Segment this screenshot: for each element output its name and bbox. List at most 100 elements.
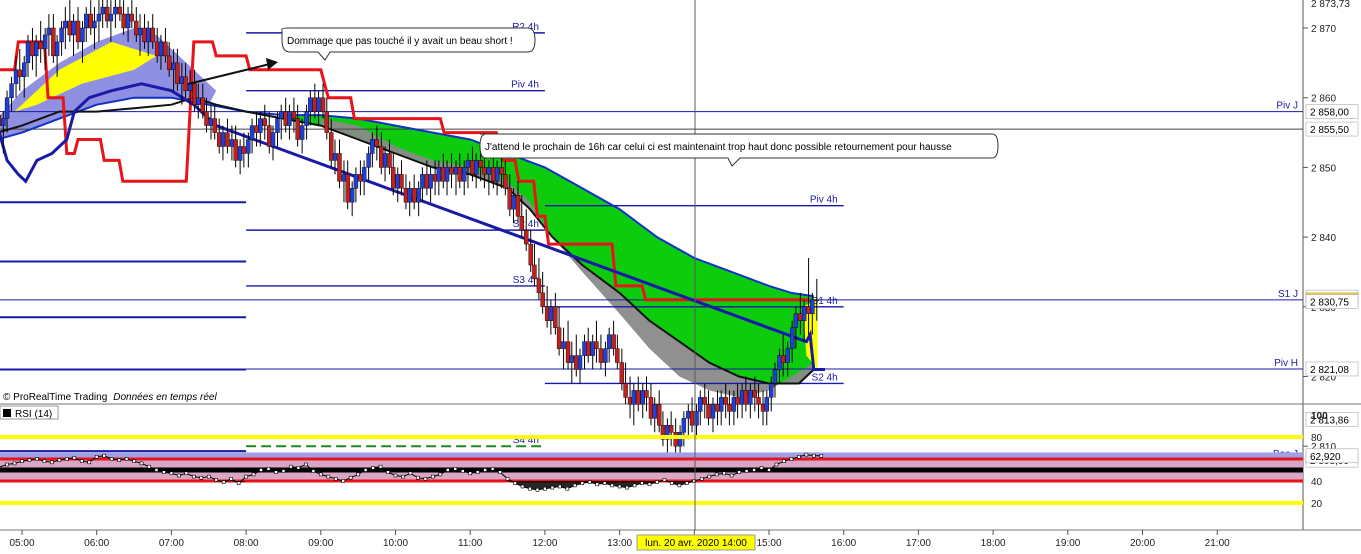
candle-body — [320, 97, 326, 112]
candle-body — [760, 404, 766, 412]
time-tick-label: 17:00 — [906, 538, 931, 549]
feed-text: Données en temps réel — [113, 392, 217, 403]
candle-body — [715, 404, 720, 412]
annotation-1-text: Dommage que pas touché il y avait un bea… — [287, 36, 513, 47]
candle-body — [22, 62, 27, 77]
rsi-point — [117, 458, 121, 462]
rsi-point — [274, 470, 278, 475]
rsi-point — [378, 464, 383, 469]
price-top-label: 2 873,73 — [1311, 0, 1350, 10]
time-tick-label: 20:00 — [1130, 538, 1155, 549]
candle-body — [395, 174, 400, 189]
rsi-point — [259, 468, 263, 472]
rsi-legend-swatch — [3, 409, 11, 417]
candle-body — [84, 13, 89, 29]
candle-body — [267, 125, 272, 147]
candle-body — [208, 118, 214, 126]
candle-body — [96, 13, 102, 22]
rsi-point — [797, 454, 801, 459]
rsi-point — [550, 485, 555, 490]
candle-body — [411, 188, 417, 203]
candle-body — [175, 62, 180, 84]
rsi-point — [774, 462, 779, 467]
rsi-point — [543, 486, 547, 491]
rsi-point — [572, 483, 577, 488]
rsi-point — [520, 484, 525, 489]
candle-body — [358, 174, 363, 182]
candle-body — [656, 404, 662, 426]
candle-body — [436, 167, 442, 182]
rsi-point — [505, 476, 510, 481]
candle-body — [0, 114, 2, 126]
rsi-point — [707, 474, 712, 479]
candle-body — [17, 69, 22, 77]
candle-body — [743, 390, 749, 405]
candle-body — [113, 6, 118, 15]
candle-body — [577, 355, 583, 370]
rsi-tick-label: 80 — [1311, 433, 1323, 444]
candle-body — [748, 390, 753, 405]
candle-body — [507, 188, 512, 210]
candle-body — [163, 41, 168, 57]
rsi-point — [326, 474, 331, 479]
candle-body — [636, 390, 641, 405]
candle-body — [349, 188, 355, 203]
candle-body — [457, 167, 462, 182]
rsi-point — [617, 484, 622, 489]
candle-body — [524, 229, 529, 245]
candle-body — [673, 432, 678, 447]
rsi-point — [423, 476, 428, 481]
rsi-point — [169, 471, 174, 476]
candle-body — [780, 355, 786, 363]
candle-body — [706, 404, 711, 419]
rsi-point — [251, 472, 256, 477]
candle-body — [764, 397, 769, 412]
candle-body — [88, 13, 93, 29]
rsi-point — [714, 472, 719, 477]
candle-body — [801, 306, 807, 321]
rsi-point — [281, 469, 286, 473]
candle-body — [532, 264, 537, 280]
price-tag-label: 2 858,00 — [1310, 108, 1349, 119]
candle-body — [698, 397, 703, 412]
candle-body — [611, 334, 616, 349]
rsi-point — [20, 459, 24, 464]
candle-body — [444, 167, 450, 182]
candle-body — [155, 41, 160, 57]
candle-body — [33, 41, 39, 57]
rsi-panel: 2040608010062,920 — [0, 411, 1359, 510]
price-tick-label: 2 840 — [1311, 233, 1336, 244]
candle-body — [337, 153, 342, 182]
candle-body — [540, 292, 545, 307]
candle-body — [556, 327, 562, 349]
candle-body — [225, 132, 230, 147]
candle-body — [644, 390, 649, 398]
rsi-point — [670, 481, 674, 486]
candle-body — [470, 160, 475, 175]
rsi-point — [206, 474, 211, 479]
candle-body — [134, 20, 139, 36]
candle-body — [756, 397, 761, 405]
rsi-point — [147, 464, 151, 469]
chart-canvas[interactable]: Piv JS1 JPiv HBas JR2 4hPiv 4hS2 4hS3 4h… — [0, 0, 1361, 554]
candle-body — [686, 411, 691, 419]
candle-body — [341, 174, 347, 182]
rsi-point — [625, 485, 629, 490]
rsi-point — [647, 482, 652, 487]
candle-body — [332, 153, 338, 161]
candle-body — [603, 348, 608, 363]
candle-body — [183, 76, 188, 91]
rsi-point — [221, 480, 226, 484]
candle-body — [752, 390, 758, 398]
candle-body — [449, 167, 454, 175]
candle-body — [731, 397, 737, 412]
candle-body — [121, 13, 126, 29]
price-tag-label: 2 855,50 — [1310, 125, 1349, 136]
rsi-point — [737, 470, 741, 475]
candle-body — [515, 195, 521, 217]
candle-body — [648, 397, 654, 419]
rsi-point — [490, 467, 495, 471]
candle-body — [249, 125, 255, 140]
rsi-point — [408, 471, 413, 476]
rsi-point — [587, 480, 592, 484]
